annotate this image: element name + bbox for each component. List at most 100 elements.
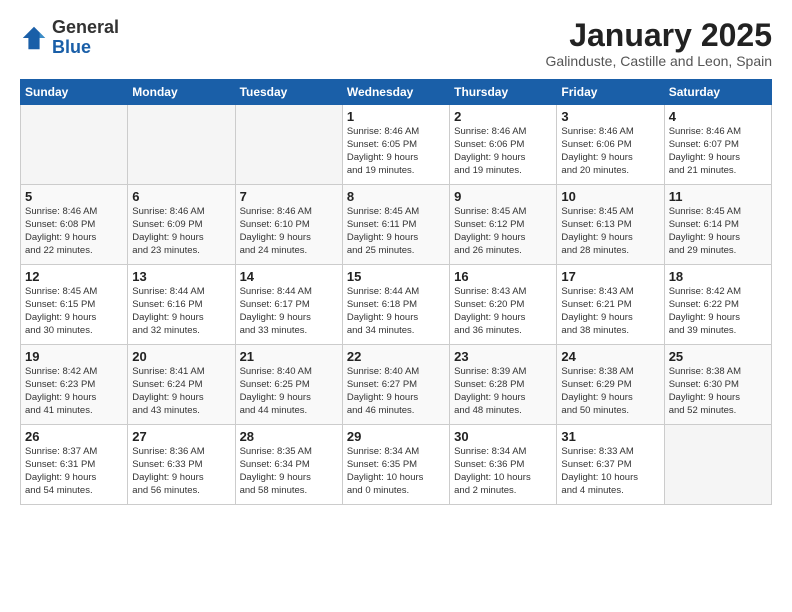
cell-w4-d4: 23 Sunrise: 8:39 AM Sunset: 6:28 PM Dayli…	[450, 345, 557, 425]
day-info: Sunrise: 8:40 AM Sunset: 6:25 PM Dayligh…	[240, 366, 338, 417]
day-info: Sunrise: 8:44 AM Sunset: 6:18 PM Dayligh…	[347, 286, 445, 337]
month-title: January 2025	[546, 18, 772, 53]
day-number: 2	[454, 109, 552, 124]
cell-w5-d6	[664, 425, 771, 505]
day-number: 4	[669, 109, 767, 124]
day-info: Sunrise: 8:43 AM Sunset: 6:20 PM Dayligh…	[454, 286, 552, 337]
cell-w5-d1: 27 Sunrise: 8:36 AM Sunset: 6:33 PM Dayli…	[128, 425, 235, 505]
subtitle: Galinduste, Castille and Leon, Spain	[546, 53, 772, 69]
day-number: 21	[240, 349, 338, 364]
day-number: 16	[454, 269, 552, 284]
day-number: 13	[132, 269, 230, 284]
logo-general: General	[52, 17, 119, 37]
cell-w2-d6: 11 Sunrise: 8:45 AM Sunset: 6:14 PM Dayli…	[664, 185, 771, 265]
day-number: 15	[347, 269, 445, 284]
cell-w4-d1: 20 Sunrise: 8:41 AM Sunset: 6:24 PM Dayli…	[128, 345, 235, 425]
day-info: Sunrise: 8:46 AM Sunset: 6:10 PM Dayligh…	[240, 206, 338, 257]
day-info: Sunrise: 8:45 AM Sunset: 6:14 PM Dayligh…	[669, 206, 767, 257]
day-number: 14	[240, 269, 338, 284]
day-number: 11	[669, 189, 767, 204]
logo-text: General Blue	[52, 18, 119, 58]
header: General Blue January 2025 Galinduste, Ca…	[20, 18, 772, 69]
day-info: Sunrise: 8:34 AM Sunset: 6:36 PM Dayligh…	[454, 446, 552, 497]
day-info: Sunrise: 8:44 AM Sunset: 6:17 PM Dayligh…	[240, 286, 338, 337]
th-saturday: Saturday	[664, 80, 771, 105]
day-info: Sunrise: 8:40 AM Sunset: 6:27 PM Dayligh…	[347, 366, 445, 417]
logo: General Blue	[20, 18, 119, 58]
day-info: Sunrise: 8:37 AM Sunset: 6:31 PM Dayligh…	[25, 446, 123, 497]
week-row-3: 12 Sunrise: 8:45 AM Sunset: 6:15 PM Dayli…	[21, 265, 772, 345]
cell-w1-d0	[21, 105, 128, 185]
cell-w2-d5: 10Sunrise: 8:45 AM Sunset: 6:13 PM Dayli…	[557, 185, 664, 265]
cell-w4-d2: 21 Sunrise: 8:40 AM Sunset: 6:25 PM Dayli…	[235, 345, 342, 425]
cell-w2-d3: 8 Sunrise: 8:45 AM Sunset: 6:11 PM Daylig…	[342, 185, 449, 265]
cell-w3-d3: 15 Sunrise: 8:44 AM Sunset: 6:18 PM Dayli…	[342, 265, 449, 345]
week-row-5: 26 Sunrise: 8:37 AM Sunset: 6:31 PM Dayli…	[21, 425, 772, 505]
cell-w3-d0: 12 Sunrise: 8:45 AM Sunset: 6:15 PM Dayli…	[21, 265, 128, 345]
day-number: 8	[347, 189, 445, 204]
day-number: 26	[25, 429, 123, 444]
th-sunday: Sunday	[21, 80, 128, 105]
cell-w1-d5: 3 Sunrise: 8:46 AM Sunset: 6:06 PM Daylig…	[557, 105, 664, 185]
header-row: Sunday Monday Tuesday Wednesday Thursday…	[21, 80, 772, 105]
cell-w3-d6: 18 Sunrise: 8:42 AM Sunset: 6:22 PM Dayli…	[664, 265, 771, 345]
cell-w2-d2: 7 Sunrise: 8:46 AM Sunset: 6:10 PM Daylig…	[235, 185, 342, 265]
cell-w3-d2: 14 Sunrise: 8:44 AM Sunset: 6:17 PM Dayli…	[235, 265, 342, 345]
day-info: Sunrise: 8:46 AM Sunset: 6:07 PM Dayligh…	[669, 126, 767, 177]
cell-w4-d6: 25Sunrise: 8:38 AM Sunset: 6:30 PM Dayli…	[664, 345, 771, 425]
cell-w5-d2: 28Sunrise: 8:35 AM Sunset: 6:34 PM Dayli…	[235, 425, 342, 505]
day-number: 24	[561, 349, 659, 364]
cell-w2-d4: 9Sunrise: 8:45 AM Sunset: 6:12 PM Daylig…	[450, 185, 557, 265]
logo-icon	[20, 24, 48, 52]
cell-w2-d1: 6Sunrise: 8:46 AM Sunset: 6:09 PM Daylig…	[128, 185, 235, 265]
day-number: 17	[561, 269, 659, 284]
day-number: 23	[454, 349, 552, 364]
day-number: 7	[240, 189, 338, 204]
cell-w2-d0: 5Sunrise: 8:46 AM Sunset: 6:08 PM Daylig…	[21, 185, 128, 265]
cell-w3-d5: 17 Sunrise: 8:43 AM Sunset: 6:21 PM Dayli…	[557, 265, 664, 345]
cell-w1-d2	[235, 105, 342, 185]
day-info: Sunrise: 8:46 AM Sunset: 6:06 PM Dayligh…	[561, 126, 659, 177]
day-info: Sunrise: 8:34 AM Sunset: 6:35 PM Dayligh…	[347, 446, 445, 497]
day-info: Sunrise: 8:43 AM Sunset: 6:21 PM Dayligh…	[561, 286, 659, 337]
day-number: 29	[347, 429, 445, 444]
day-number: 12	[25, 269, 123, 284]
day-info: Sunrise: 8:45 AM Sunset: 6:12 PM Dayligh…	[454, 206, 552, 257]
day-info: Sunrise: 8:42 AM Sunset: 6:22 PM Dayligh…	[669, 286, 767, 337]
day-number: 6	[132, 189, 230, 204]
day-info: Sunrise: 8:44 AM Sunset: 6:16 PM Dayligh…	[132, 286, 230, 337]
cell-w4-d5: 24 Sunrise: 8:38 AM Sunset: 6:29 PM Dayli…	[557, 345, 664, 425]
calendar-table: Sunday Monday Tuesday Wednesday Thursday…	[20, 79, 772, 505]
day-info: Sunrise: 8:46 AM Sunset: 6:05 PM Dayligh…	[347, 126, 445, 177]
day-number: 28	[240, 429, 338, 444]
week-row-4: 19Sunrise: 8:42 AM Sunset: 6:23 PM Dayli…	[21, 345, 772, 425]
day-info: Sunrise: 8:41 AM Sunset: 6:24 PM Dayligh…	[132, 366, 230, 417]
cell-w5-d3: 29 Sunrise: 8:34 AM Sunset: 6:35 PM Dayli…	[342, 425, 449, 505]
day-info: Sunrise: 8:46 AM Sunset: 6:08 PM Dayligh…	[25, 206, 123, 257]
cell-w1-d1	[128, 105, 235, 185]
cell-w1-d4: 2Sunrise: 8:46 AM Sunset: 6:06 PM Daylig…	[450, 105, 557, 185]
day-info: Sunrise: 8:38 AM Sunset: 6:30 PM Dayligh…	[669, 366, 767, 417]
day-info: Sunrise: 8:42 AM Sunset: 6:23 PM Dayligh…	[25, 366, 123, 417]
day-info: Sunrise: 8:36 AM Sunset: 6:33 PM Dayligh…	[132, 446, 230, 497]
cell-w4-d3: 22 Sunrise: 8:40 AM Sunset: 6:27 PM Dayli…	[342, 345, 449, 425]
day-number: 3	[561, 109, 659, 124]
day-number: 20	[132, 349, 230, 364]
th-tuesday: Tuesday	[235, 80, 342, 105]
week-row-2: 5Sunrise: 8:46 AM Sunset: 6:08 PM Daylig…	[21, 185, 772, 265]
day-number: 1	[347, 109, 445, 124]
week-row-1: 1 Sunrise: 8:46 AM Sunset: 6:05 PM Daylig…	[21, 105, 772, 185]
cell-w4-d0: 19Sunrise: 8:42 AM Sunset: 6:23 PM Dayli…	[21, 345, 128, 425]
cell-w1-d3: 1 Sunrise: 8:46 AM Sunset: 6:05 PM Daylig…	[342, 105, 449, 185]
day-info: Sunrise: 8:33 AM Sunset: 6:37 PM Dayligh…	[561, 446, 659, 497]
day-info: Sunrise: 8:45 AM Sunset: 6:15 PM Dayligh…	[25, 286, 123, 337]
day-number: 27	[132, 429, 230, 444]
day-info: Sunrise: 8:38 AM Sunset: 6:29 PM Dayligh…	[561, 366, 659, 417]
day-number: 10	[561, 189, 659, 204]
day-number: 22	[347, 349, 445, 364]
day-info: Sunrise: 8:39 AM Sunset: 6:28 PM Dayligh…	[454, 366, 552, 417]
day-info: Sunrise: 8:45 AM Sunset: 6:11 PM Dayligh…	[347, 206, 445, 257]
th-wednesday: Wednesday	[342, 80, 449, 105]
day-number: 18	[669, 269, 767, 284]
cell-w5-d0: 26 Sunrise: 8:37 AM Sunset: 6:31 PM Dayli…	[21, 425, 128, 505]
